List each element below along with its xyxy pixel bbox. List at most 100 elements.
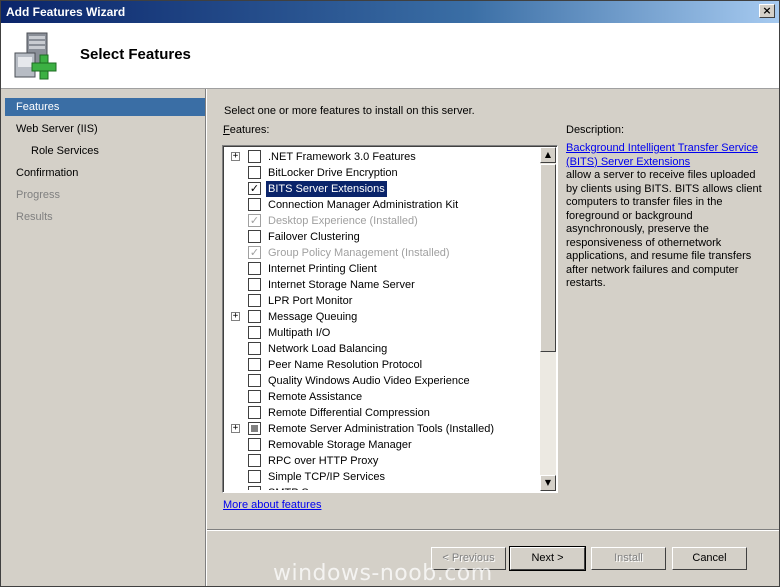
feature-row[interactable]: + Remote Server Administration Tools (Ins… xyxy=(225,421,539,437)
feature-row[interactable]: Peer Name Resolution Protocol xyxy=(225,357,539,373)
feature-row[interactable]: Connection Manager Administration Kit xyxy=(225,197,539,213)
feature-row[interactable]: SMTP Server xyxy=(225,485,539,490)
feature-checkbox[interactable] xyxy=(248,278,261,291)
description-feature-link[interactable]: Background Intelligent Transfer Service … xyxy=(566,142,766,169)
feature-checkbox[interactable] xyxy=(248,230,261,243)
feature-row[interactable]: Failover Clustering xyxy=(225,229,539,245)
feature-label[interactable]: Removable Storage Manager xyxy=(266,437,414,453)
feature-checkbox[interactable] xyxy=(248,310,261,323)
feature-label[interactable]: Remote Differential Compression xyxy=(266,405,432,421)
feature-label[interactable]: Peer Name Resolution Protocol xyxy=(266,357,424,373)
wizard-nav: Features Web Server (IIS) Role Services … xyxy=(3,98,205,586)
install-button[interactable]: Install xyxy=(591,547,666,570)
feature-label[interactable]: Connection Manager Administration Kit xyxy=(266,197,460,213)
nav-item-progress: Progress xyxy=(16,189,61,201)
expand-icon[interactable]: + xyxy=(231,424,240,433)
feature-row[interactable]: Multipath I/O xyxy=(225,325,539,341)
feature-label[interactable]: Quality Windows Audio Video Experience xyxy=(266,373,472,389)
feature-label[interactable]: Group Policy Management (Installed) xyxy=(266,245,452,261)
window-title: Add Features Wizard xyxy=(6,5,126,19)
feature-checkbox[interactable] xyxy=(248,150,261,163)
feature-checkbox[interactable] xyxy=(248,342,261,355)
feature-label[interactable]: Simple TCP/IP Services xyxy=(266,469,387,485)
button-divider xyxy=(207,529,779,531)
feature-checkbox[interactable] xyxy=(248,294,261,307)
description-label: Description: xyxy=(566,124,625,136)
feature-checkbox[interactable] xyxy=(248,406,261,419)
feature-label[interactable]: Remote Assistance xyxy=(266,389,364,405)
feature-row[interactable]: ✓ Group Policy Management (Installed) xyxy=(225,245,539,261)
more-about-features-link[interactable]: More about features xyxy=(223,499,321,511)
features-scrollbar[interactable]: ▲ ▼ xyxy=(540,147,556,491)
watermark: windows-noob.com xyxy=(273,561,493,586)
page-title: Select Features xyxy=(80,46,191,63)
feature-label[interactable]: Internet Storage Name Server xyxy=(266,277,417,293)
feature-label[interactable]: BITS Server Extensions xyxy=(265,180,388,198)
close-icon[interactable]: × xyxy=(759,4,775,18)
feature-row[interactable]: Remote Assistance xyxy=(225,389,539,405)
feature-checkbox[interactable] xyxy=(248,326,261,339)
feature-label[interactable]: Multipath I/O xyxy=(266,325,332,341)
feature-row[interactable]: Removable Storage Manager xyxy=(225,437,539,453)
features-label: Features: xyxy=(223,124,269,136)
feature-row[interactable]: LPR Port Monitor xyxy=(225,293,539,309)
feature-row[interactable]: Network Load Balancing xyxy=(225,341,539,357)
feature-checkbox[interactable] xyxy=(248,374,261,387)
feature-checkbox[interactable] xyxy=(248,486,261,490)
expand-icon[interactable]: + xyxy=(231,312,240,321)
feature-label[interactable]: Network Load Balancing xyxy=(266,341,389,357)
wizard-header: Select Features xyxy=(1,23,779,89)
scroll-thumb[interactable] xyxy=(540,164,556,352)
feature-label[interactable]: Failover Clustering xyxy=(266,229,362,245)
feature-checkbox: ✓ xyxy=(248,214,261,227)
feature-row[interactable]: Simple TCP/IP Services xyxy=(225,469,539,485)
features-list-viewport: + .NET Framework 3.0 Features BitLocker Dr… xyxy=(225,148,539,490)
feature-checkbox[interactable] xyxy=(248,438,261,451)
feature-label[interactable]: Internet Printing Client xyxy=(266,261,379,277)
scroll-down-icon[interactable]: ▼ xyxy=(540,475,556,491)
nav-item-confirmation[interactable]: Confirmation xyxy=(5,164,205,182)
intro-text: Select one or more features to install o… xyxy=(224,105,475,117)
feature-checkbox[interactable] xyxy=(248,454,261,467)
feature-label[interactable]: RPC over HTTP Proxy xyxy=(266,453,380,469)
feature-checkbox: ✓ xyxy=(248,246,261,259)
add-features-wizard-window: Add Features Wizard × Select Features Fe… xyxy=(0,0,780,587)
feature-checkbox[interactable] xyxy=(248,422,261,435)
feature-row[interactable]: Internet Printing Client xyxy=(225,261,539,277)
features-list[interactable]: + .NET Framework 3.0 Features BitLocker Dr… xyxy=(222,145,558,493)
feature-checkbox[interactable] xyxy=(248,470,261,483)
nav-item-role-services[interactable]: Role Services xyxy=(5,142,205,160)
feature-checkbox[interactable] xyxy=(248,262,261,275)
feature-row[interactable]: ✓ Desktop Experience (Installed) xyxy=(225,213,539,229)
feature-label[interactable]: Desktop Experience (Installed) xyxy=(266,213,420,229)
expand-icon[interactable]: + xyxy=(231,152,240,161)
feature-checkbox[interactable] xyxy=(248,390,261,403)
feature-label[interactable]: .NET Framework 3.0 Features xyxy=(266,149,418,165)
nav-item-features[interactable]: Features xyxy=(5,98,205,116)
feature-row[interactable]: RPC over HTTP Proxy xyxy=(225,453,539,469)
nav-item-web-server[interactable]: Web Server (IIS) xyxy=(5,120,205,138)
title-bar[interactable]: Add Features Wizard × xyxy=(1,1,779,23)
feature-label[interactable]: BitLocker Drive Encryption xyxy=(266,165,400,181)
feature-row[interactable]: + .NET Framework 3.0 Features xyxy=(225,149,539,165)
feature-label[interactable]: Remote Server Administration Tools (Inst… xyxy=(266,421,496,437)
next-button[interactable]: Next > xyxy=(509,546,586,571)
cancel-button[interactable]: Cancel xyxy=(672,547,747,570)
feature-label[interactable]: SMTP Server xyxy=(266,485,336,490)
feature-checkbox[interactable] xyxy=(248,198,261,211)
feature-row[interactable]: Quality Windows Audio Video Experience xyxy=(225,373,539,389)
feature-row[interactable]: Remote Differential Compression xyxy=(225,405,539,421)
feature-row[interactable]: Internet Storage Name Server xyxy=(225,277,539,293)
feature-row[interactable]: + Message Queuing xyxy=(225,309,539,325)
feature-row[interactable]: ✓ BITS Server Extensions xyxy=(225,180,539,198)
nav-item-results: Results xyxy=(16,211,53,223)
feature-label[interactable]: LPR Port Monitor xyxy=(266,293,354,309)
scroll-up-icon[interactable]: ▲ xyxy=(540,147,556,163)
feature-checkbox[interactable] xyxy=(248,358,261,371)
feature-row[interactable]: BitLocker Drive Encryption xyxy=(225,165,539,181)
feature-label[interactable]: Message Queuing xyxy=(266,309,359,325)
description-text: allow a server to receive files uploaded… xyxy=(566,169,762,289)
server-add-icon xyxy=(14,32,57,80)
feature-checkbox[interactable]: ✓ xyxy=(248,182,261,195)
feature-checkbox[interactable] xyxy=(248,166,261,179)
